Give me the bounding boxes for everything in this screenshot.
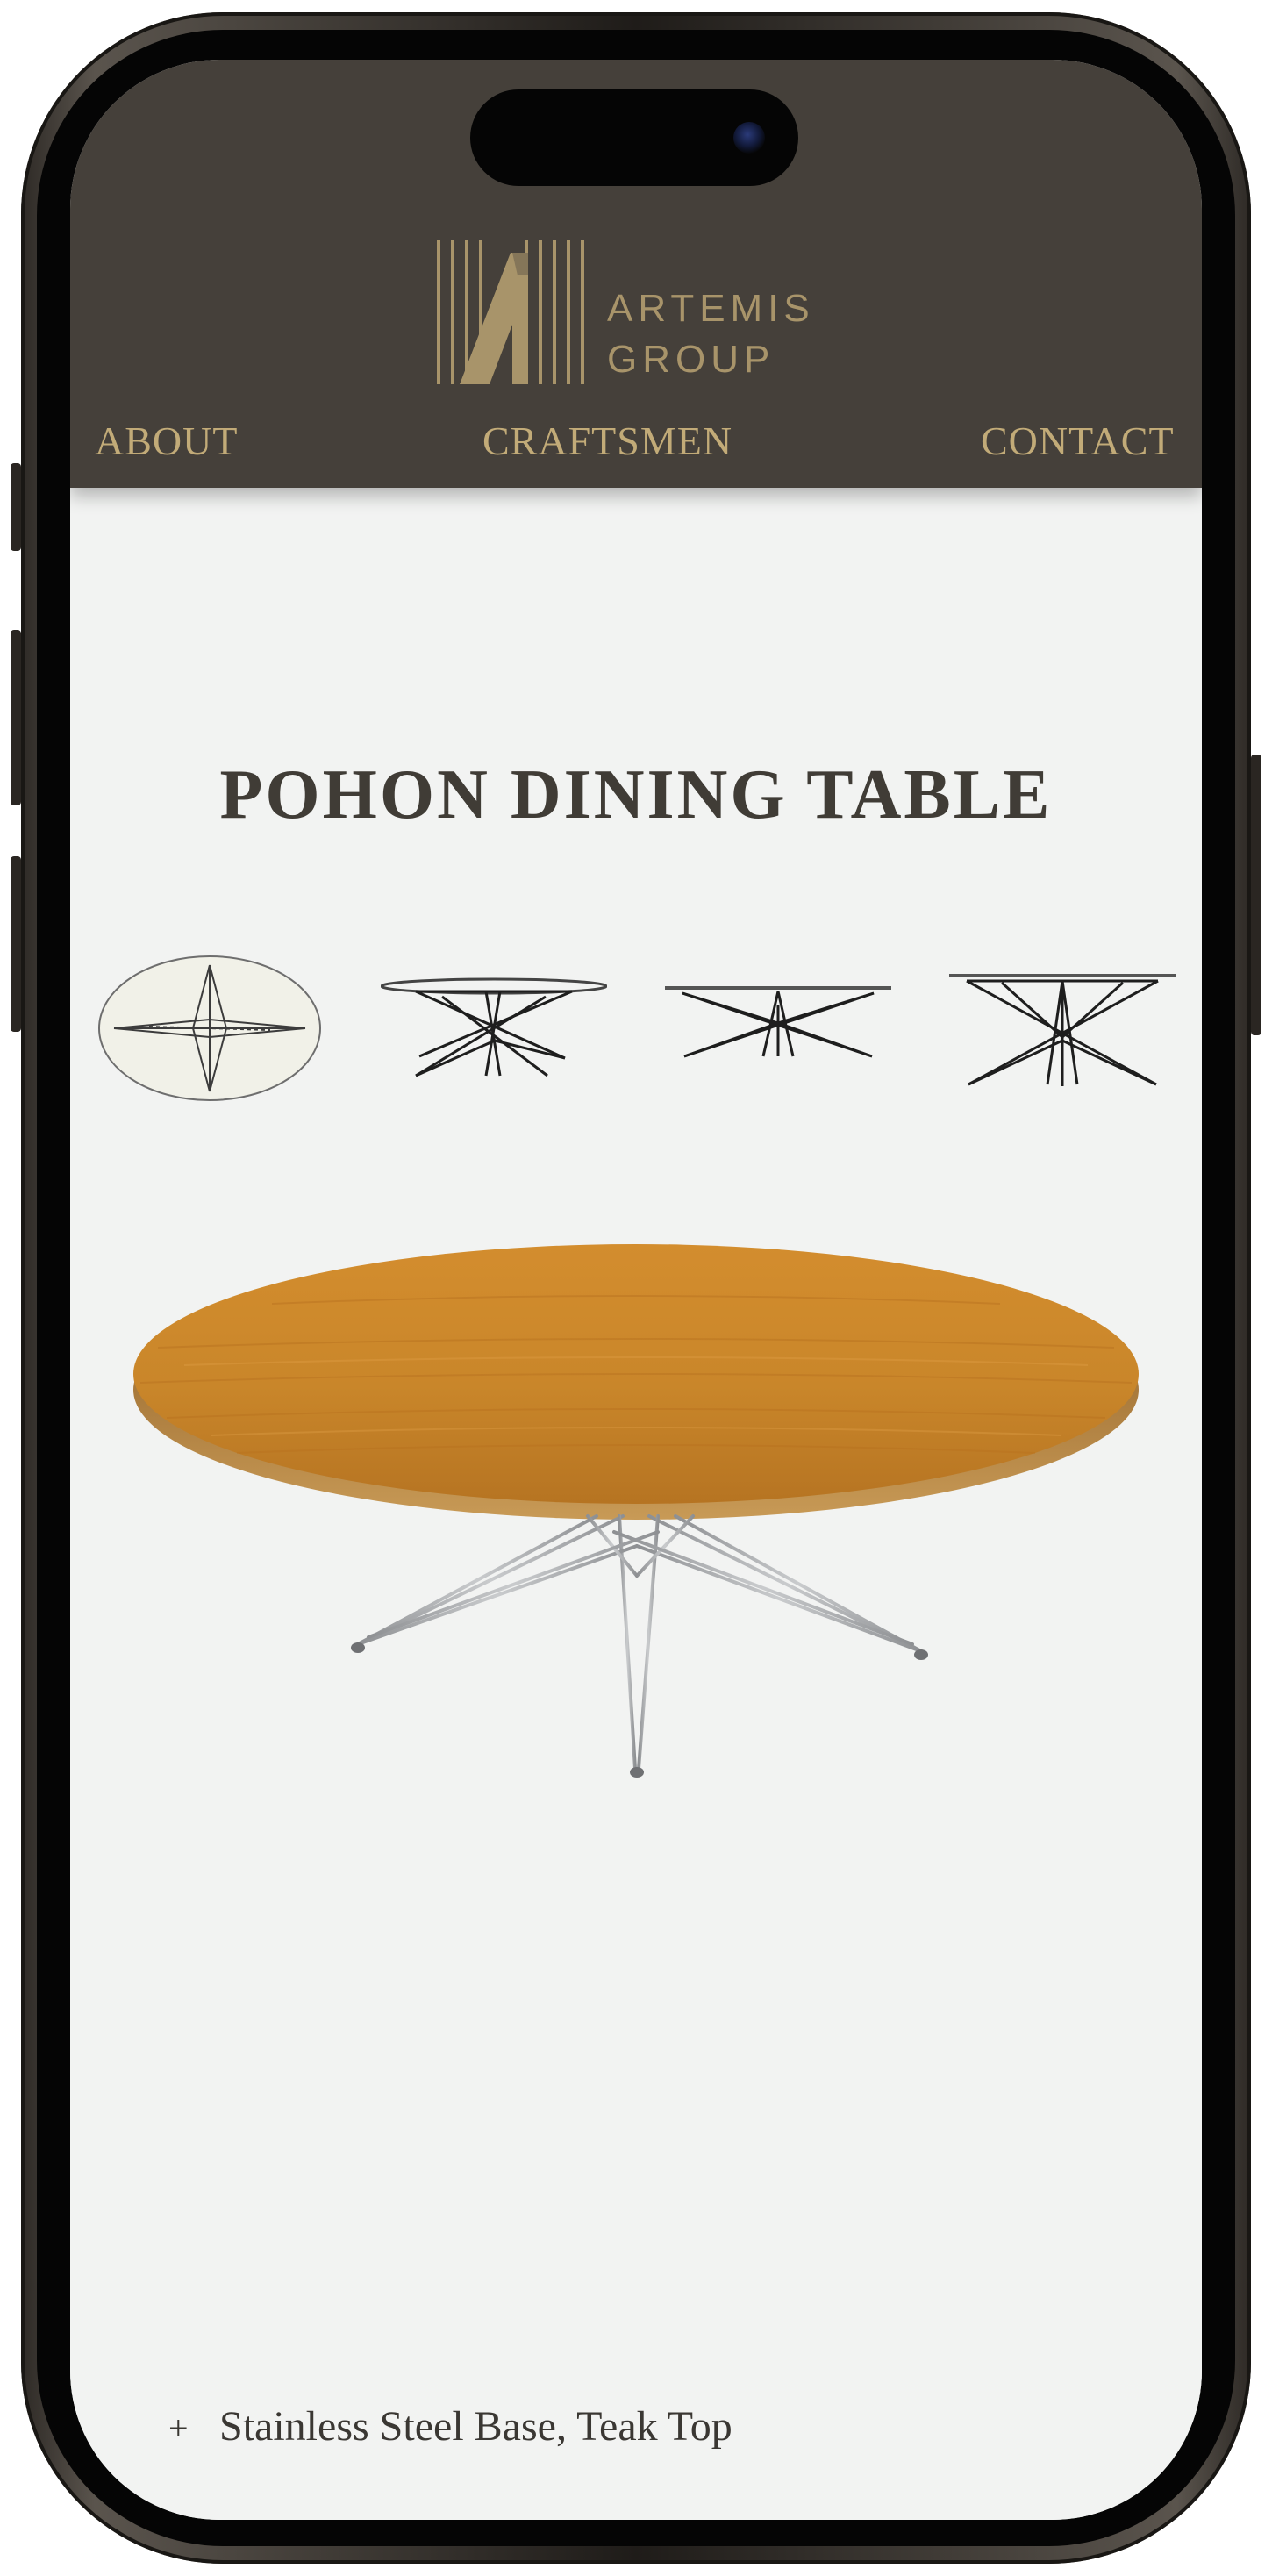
brand-logo[interactable]: ARTEMIS GROUP (437, 240, 840, 384)
camera-icon (733, 122, 765, 154)
nav-about-link[interactable]: ABOUT (95, 411, 238, 472)
thumbnail-angle-view[interactable] (380, 953, 608, 1104)
dynamic-island (470, 89, 798, 186)
brand-name-line2: GROUP (607, 338, 775, 381)
nav-contact-link[interactable]: CONTACT (981, 411, 1175, 472)
thumbnail-front-view[interactable] (949, 953, 1176, 1104)
plus-icon: + (168, 2408, 189, 2448)
thumbnail-top-view[interactable] (96, 953, 323, 1104)
brand-name-line1: ARTEMIS (607, 287, 815, 330)
volume-up-button (11, 630, 21, 805)
volume-down-button (11, 856, 21, 1032)
main-nav: ABOUT CRAFTSMEN CONTACT (70, 411, 1202, 472)
product-page: POHON DINING TABLE + Stainless Steel Bas… (70, 488, 1202, 2520)
nav-craftsmen-link[interactable]: CRAFTSMEN (482, 411, 732, 472)
product-spec-item[interactable]: + Stainless Steel Base, Teak Top (168, 2401, 732, 2455)
thumbnail-side-view[interactable] (665, 953, 891, 1104)
phone-screen: ARTEMIS GROUP ABOUT CRAFTSMEN CONTACT PO… (70, 60, 1202, 2520)
action-button (11, 463, 21, 551)
page-title: POHON DINING TABLE (219, 756, 1053, 834)
artemis-logo-mark-icon (437, 240, 584, 384)
product-hero-image (132, 1242, 1140, 1892)
product-spec-text: Stainless Steel Base, Teak Top (219, 2403, 732, 2450)
power-button (1251, 755, 1261, 1035)
